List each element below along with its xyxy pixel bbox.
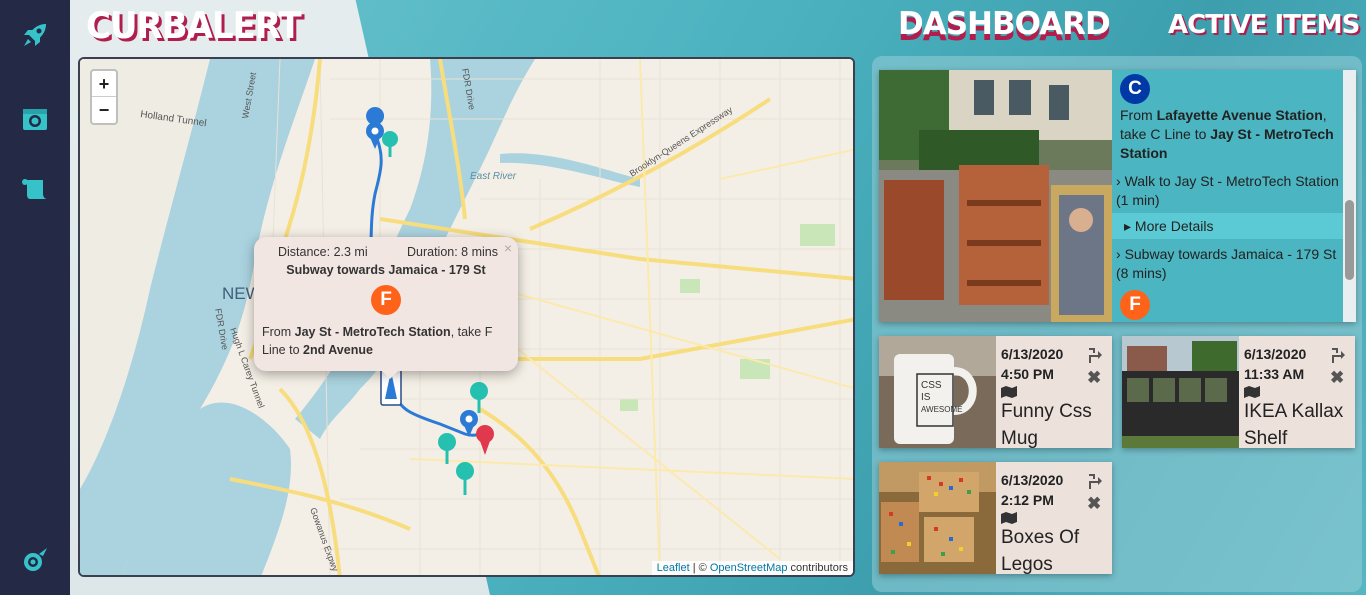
featured-item-info: C From Lafayette Avenue Station, take C … xyxy=(1112,70,1344,322)
featured-step-walk: › Walk to Jay St - MetroTech Station (1 … xyxy=(1116,173,1339,208)
osm-link[interactable]: OpenStreetMap xyxy=(710,562,788,574)
item-date: 6/13/2020 4:50 PM xyxy=(1001,346,1064,382)
active-items-title[interactable]: ACTIVE ITEMS xyxy=(1168,10,1360,40)
item-name: Boxes Of Legos xyxy=(1001,527,1080,574)
scrollbar-thumb[interactable] xyxy=(1345,200,1354,280)
app-title: CURBALERT xyxy=(86,4,302,48)
item-name: IKEA Kallax Shelf xyxy=(1244,401,1344,448)
close-icon[interactable]: ✖ xyxy=(1087,494,1101,514)
map-icon xyxy=(1244,386,1260,398)
chevron-right-icon: › xyxy=(1116,173,1121,189)
item-card[interactable]: 6/13/2020 2:12 PM Boxes Of Legos ✖ xyxy=(879,462,1112,574)
close-icon[interactable]: ✖ xyxy=(1330,368,1344,388)
svg-text:IS: IS xyxy=(921,392,931,403)
map[interactable]: Holland Tunnel West Street FDR Drive Eas… xyxy=(78,57,855,577)
map-attribution: Leaflet | © OpenStreetMap contributors xyxy=(651,561,853,575)
subway-line-f-badge: F xyxy=(371,285,401,315)
dashboard-title[interactable]: DASHBOARD xyxy=(898,6,1111,42)
item-card[interactable]: 6/13/2020 11:33 AM IKEA Kallax Shelf ✖ xyxy=(1122,336,1355,448)
popup-distance: Distance: 2.3 mi xyxy=(278,245,368,259)
chevron-right-icon: › xyxy=(1116,246,1121,262)
featured-item-card[interactable]: C From Lafayette Avenue Station, take C … xyxy=(879,70,1356,322)
more-details-toggle[interactable]: ▸ More Details xyxy=(1112,213,1344,239)
close-icon[interactable]: ✖ xyxy=(1087,368,1101,388)
item-date: 6/13/2020 11:33 AM xyxy=(1244,346,1307,382)
featured-scrollbar[interactable] xyxy=(1343,70,1356,322)
east-river-label: East River xyxy=(470,171,517,182)
directions-icon[interactable] xyxy=(1330,346,1346,364)
directions-icon[interactable] xyxy=(1087,346,1103,364)
popup-tip xyxy=(380,369,400,379)
directions-icon[interactable] xyxy=(1087,472,1103,490)
featured-from: From Lafayette Avenue Station, take C Li… xyxy=(1120,107,1334,161)
leaflet-link[interactable]: Leaflet xyxy=(657,562,690,574)
map-icon xyxy=(1001,512,1017,524)
svg-text:CSS: CSS xyxy=(921,380,942,391)
popup-subway-direction: Subway towards Jamaica - 179 St xyxy=(286,263,486,277)
subway-line-c-badge: C xyxy=(1120,74,1150,104)
popup-close-button[interactable]: × xyxy=(504,240,512,256)
item-photo xyxy=(1122,336,1239,448)
zoom-control: + − xyxy=(90,69,118,125)
item-card[interactable]: CSS IS AWESOME 6/13/2020 4:50 PM Funny Cs… xyxy=(879,336,1112,448)
item-name: Funny Css Mug xyxy=(1001,401,1092,448)
caret-right-icon: ▸ xyxy=(1124,218,1132,234)
camera-icon[interactable] xyxy=(18,102,52,136)
comet-icon[interactable] xyxy=(18,543,52,577)
popup-detail: From Jay St - MetroTech Station, take F … xyxy=(262,325,493,357)
subway-line-f-badge: F xyxy=(1120,290,1150,320)
item-photo xyxy=(879,462,996,574)
route-popup: × Distance: 2.3 mi Duration: 8 mins Subw… xyxy=(254,237,518,371)
featured-step-subway: › Subway towards Jamaica - 179 St (8 min… xyxy=(1116,246,1337,281)
svg-text:AWESOME: AWESOME xyxy=(921,405,962,414)
sidebar xyxy=(0,0,70,595)
zoom-in-button[interactable]: + xyxy=(92,71,116,97)
featured-item-photo xyxy=(879,70,1112,322)
item-photo: CSS IS AWESOME xyxy=(879,336,996,448)
map-icon xyxy=(1001,386,1017,398)
zoom-out-button[interactable]: − xyxy=(92,97,116,123)
popup-duration: Duration: 8 mins xyxy=(406,245,498,259)
rocket-icon[interactable] xyxy=(18,18,52,52)
scroll-icon[interactable] xyxy=(18,172,52,206)
item-date: 6/13/2020 2:12 PM xyxy=(1001,472,1064,508)
